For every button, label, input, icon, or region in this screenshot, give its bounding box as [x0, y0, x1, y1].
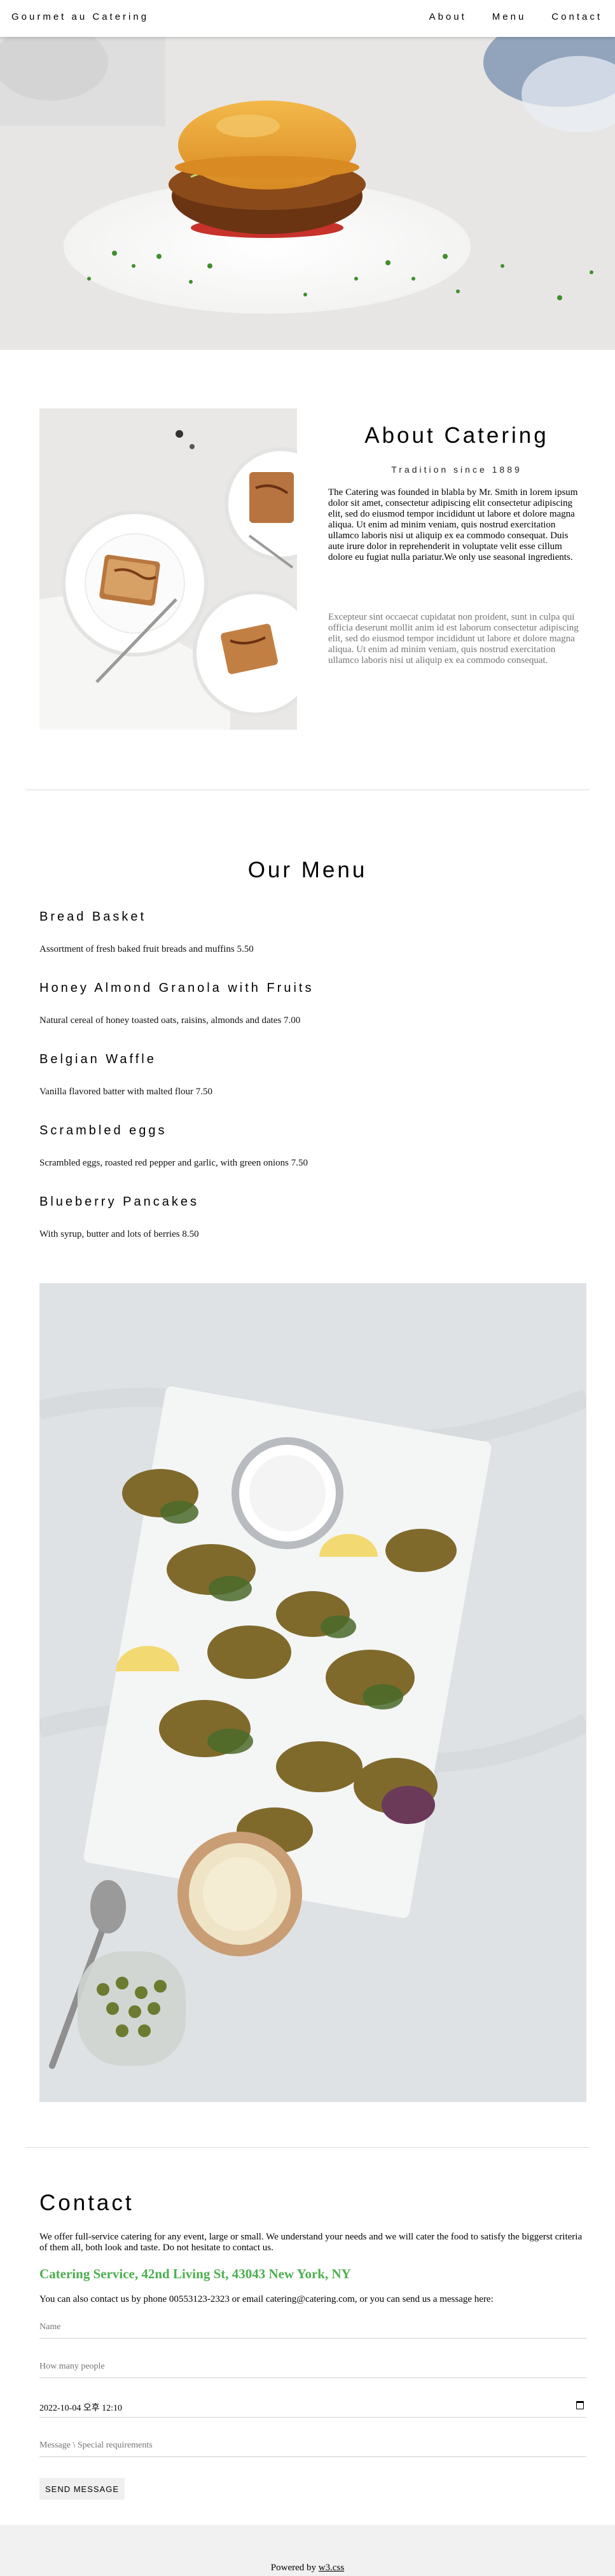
menu-item: Scrambled eggs Scrambled eggs, roasted r…: [39, 1124, 586, 1168]
hero-title: Le Catering: [10, 313, 153, 338]
footer-text: Powered by w3.css: [0, 2563, 615, 2573]
people-count-input[interactable]: How many people: [39, 2354, 586, 2378]
menu-item-description: Natural cereal of honey toasted oats, ra…: [39, 1015, 301, 1026]
menu-item-name: Belgian Waffle: [39, 1052, 156, 1066]
burger-photo-illustration: [0, 37, 615, 350]
nav-menu-link[interactable]: Menu: [480, 0, 539, 37]
tempura-platter-illustration: [39, 1283, 586, 2102]
contact-address: Catering Service, 42nd Living St, 43043 …: [39, 2266, 351, 2281]
nav-contact-link[interactable]: Contact: [539, 0, 615, 37]
name-input[interactable]: Name: [39, 2315, 586, 2339]
about-section: About Catering Tradition since 1889 The …: [0, 350, 615, 789]
menu-item: Bread Basket Assortment of fresh baked f…: [39, 910, 586, 954]
send-message-button[interactable]: SEND MESSAGE: [39, 2478, 125, 2500]
menu-item: Belgian Waffle Vanilla flavored batter w…: [39, 1052, 586, 1097]
menu-item-name: Bread Basket: [39, 910, 147, 924]
brand-link[interactable]: Gourmet au Catering: [11, 11, 149, 22]
menu-item-name: Blueberry Pancakes: [39, 1195, 199, 1209]
footer: Powered by w3.css: [0, 2525, 615, 2576]
message-input[interactable]: Message \ Special requirements: [39, 2433, 586, 2457]
about-title: About Catering: [364, 423, 549, 448]
contact-details: You can also contact us by phone 0055312…: [39, 2294, 494, 2304]
about-paragraph-1: The Catering was founded in blabla by Mr…: [328, 487, 578, 562]
menu-item: Honey Almond Granola with Fruits Natural…: [39, 981, 586, 1026]
menu-item-name: Scrambled eggs: [39, 1124, 167, 1138]
dessert-plates-illustration: [39, 408, 297, 730]
datetime-input[interactable]: 2022-10-04 오후 12:10: [39, 2393, 586, 2418]
nav-about-link[interactable]: About: [417, 0, 480, 37]
menu-item-description: With syrup, butter and lots of berries 8…: [39, 1229, 199, 1239]
menu-item: Blueberry Pancakes With syrup, butter an…: [39, 1195, 586, 1239]
footer-link[interactable]: w3.css: [319, 2563, 344, 2573]
about-image: [39, 408, 297, 730]
menu-title: Our Menu: [247, 858, 368, 882]
menu-item-description: Assortment of fresh baked fruit breads a…: [39, 944, 254, 954]
datetime-value: 2022-10-04 오후 12:10: [39, 2404, 122, 2413]
contact-title: Contact: [39, 2190, 134, 2215]
menu-image: [39, 1283, 586, 2102]
calendar-icon[interactable]: [576, 2401, 584, 2409]
contact-intro: We offer full-service catering for any e…: [39, 2232, 583, 2253]
top-navigation-bar: Gourmet au Catering About Menu Contact: [0, 0, 615, 37]
menu-item-name: Honey Almond Granola with Fruits: [39, 981, 314, 995]
about-paragraph-2: Excepteur sint occaecat cupidatat non pr…: [328, 612, 579, 665]
footer-prefix: Powered by: [270, 2563, 317, 2573]
about-subtitle: Tradition since 1889: [391, 464, 522, 475]
hero-image: Le Catering: [0, 37, 615, 350]
section-divider: [25, 2147, 590, 2148]
menu-item-description: Scrambled eggs, roasted red pepper and g…: [39, 1158, 308, 1168]
menu-item-description: Vanilla flavored batter with malted flou…: [39, 1087, 212, 1097]
nav-links: About Menu Contact: [417, 0, 615, 37]
